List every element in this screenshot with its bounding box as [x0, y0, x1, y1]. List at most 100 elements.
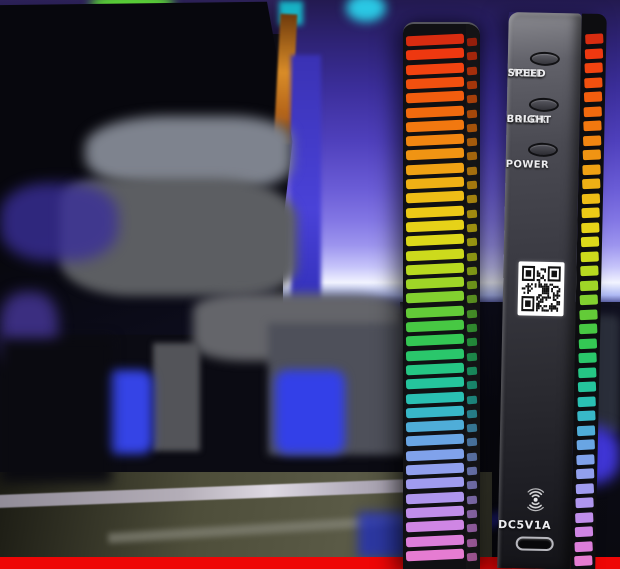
- edge-led-segment: [581, 236, 599, 247]
- edge-led-segment: [579, 309, 597, 320]
- led-segment-side: [467, 452, 478, 461]
- led-segment: [406, 434, 464, 447]
- edge-led-segment: [576, 468, 594, 479]
- edge-led-segment: [574, 555, 592, 566]
- edge-led-segment: [577, 425, 595, 436]
- product-photo-scene: MODE SPEED COLOR BRIGHT POWER: [0, 0, 620, 569]
- background-blur-blob: [153, 343, 200, 451]
- led-segment-column: [403, 24, 467, 569]
- led-segment: [406, 420, 464, 433]
- led-segment: [406, 291, 464, 304]
- edge-led-segment: [580, 294, 598, 305]
- edge-led-segment: [577, 396, 595, 407]
- led-segment-side: [467, 252, 478, 261]
- led-bar-side-face: [466, 24, 480, 569]
- edge-led-segment: [585, 33, 603, 44]
- edge-led-segment: [580, 265, 598, 276]
- led-segment: [406, 162, 464, 175]
- led-segment: [406, 34, 464, 47]
- edge-led-segment: [578, 352, 596, 363]
- power-spec-value: DC5V1A: [498, 519, 551, 532]
- led-segment: [406, 234, 464, 247]
- led-segment: [406, 520, 464, 533]
- edge-led-segment: [584, 77, 602, 88]
- power-label-line: POWER: [506, 159, 550, 172]
- edge-led-segment: [575, 497, 593, 508]
- led-segment: [406, 320, 464, 333]
- background-shadow: [0, 338, 112, 483]
- power-button: [527, 142, 557, 157]
- led-segment: [406, 262, 464, 275]
- led-segment-side: [467, 123, 478, 132]
- led-segment: [406, 348, 464, 361]
- led-segment: [406, 463, 464, 476]
- speed-label-line: SPEED: [507, 68, 546, 81]
- led-segment-side: [467, 81, 478, 90]
- edge-led-segment: [579, 338, 597, 349]
- edge-led-segment: [578, 381, 596, 392]
- led-segment-side: [467, 38, 478, 47]
- qr-code: [517, 261, 564, 316]
- edge-led-segment: [582, 178, 600, 189]
- led-segment: [406, 205, 464, 218]
- led-segment-side: [467, 166, 478, 175]
- usb-c-port: [515, 536, 553, 551]
- background-blur-blob: [0, 183, 118, 261]
- led-segment-side: [467, 209, 478, 218]
- desk-blue-reflection: [358, 512, 408, 558]
- edge-led-segment: [577, 439, 595, 450]
- led-segment-side: [467, 538, 478, 547]
- led-segment-side: [467, 138, 478, 147]
- color-bright-button: [528, 97, 558, 112]
- edge-led-segment: [575, 512, 593, 523]
- led-segment-side: [467, 95, 478, 104]
- led-segment-side: [467, 238, 478, 247]
- edge-led-segment: [578, 367, 596, 378]
- led-segment: [406, 377, 464, 390]
- background-blue-reflection: [275, 370, 345, 454]
- led-segment: [406, 334, 464, 347]
- edge-led-segment: [580, 251, 598, 262]
- edge-led-segment: [579, 323, 597, 334]
- led-segment: [406, 477, 464, 490]
- edge-led-segment: [583, 135, 601, 146]
- led-segment-side: [467, 424, 478, 433]
- led-segment: [406, 534, 464, 547]
- led-segment-side: [467, 309, 478, 318]
- led-segment: [406, 119, 464, 132]
- led-segment: [406, 191, 464, 204]
- rgb-light-bar-back: MODE SPEED COLOR BRIGHT POWER: [497, 12, 604, 569]
- led-segment: [406, 148, 464, 161]
- led-segment-side: [467, 66, 478, 75]
- led-segment: [406, 491, 464, 504]
- led-segment-side: [467, 352, 478, 361]
- led-segment: [406, 177, 464, 190]
- led-segment: [406, 506, 464, 519]
- led-segment-side: [467, 381, 478, 390]
- edge-led-segment: [582, 193, 600, 204]
- edge-led-segment: [581, 222, 599, 233]
- led-segment: [406, 391, 464, 404]
- led-segment-side: [467, 481, 478, 490]
- sound-pickup-icon: [520, 482, 551, 517]
- led-segment-side: [467, 467, 478, 476]
- led-segment-side: [467, 552, 478, 561]
- led-segment: [406, 134, 464, 147]
- edge-led-segment: [585, 48, 603, 59]
- color-bright-label: COLOR BRIGHT: [507, 114, 580, 116]
- edge-led-segment: [581, 207, 599, 218]
- edge-led-segment: [582, 164, 600, 175]
- led-segment-side: [467, 510, 478, 519]
- led-segment-side: [467, 438, 478, 447]
- led-segment-side: [467, 181, 478, 190]
- led-segment-side: [467, 109, 478, 118]
- edge-led-segment: [576, 483, 594, 494]
- led-segment-side: [467, 338, 478, 347]
- led-segment-side: [467, 395, 478, 404]
- led-segment-side: [467, 266, 478, 275]
- edge-led-segment: [583, 120, 601, 131]
- led-segment-side: [467, 195, 478, 204]
- edge-led-segment: [583, 149, 601, 160]
- led-segment: [406, 548, 464, 561]
- led-segment-side: [467, 224, 478, 233]
